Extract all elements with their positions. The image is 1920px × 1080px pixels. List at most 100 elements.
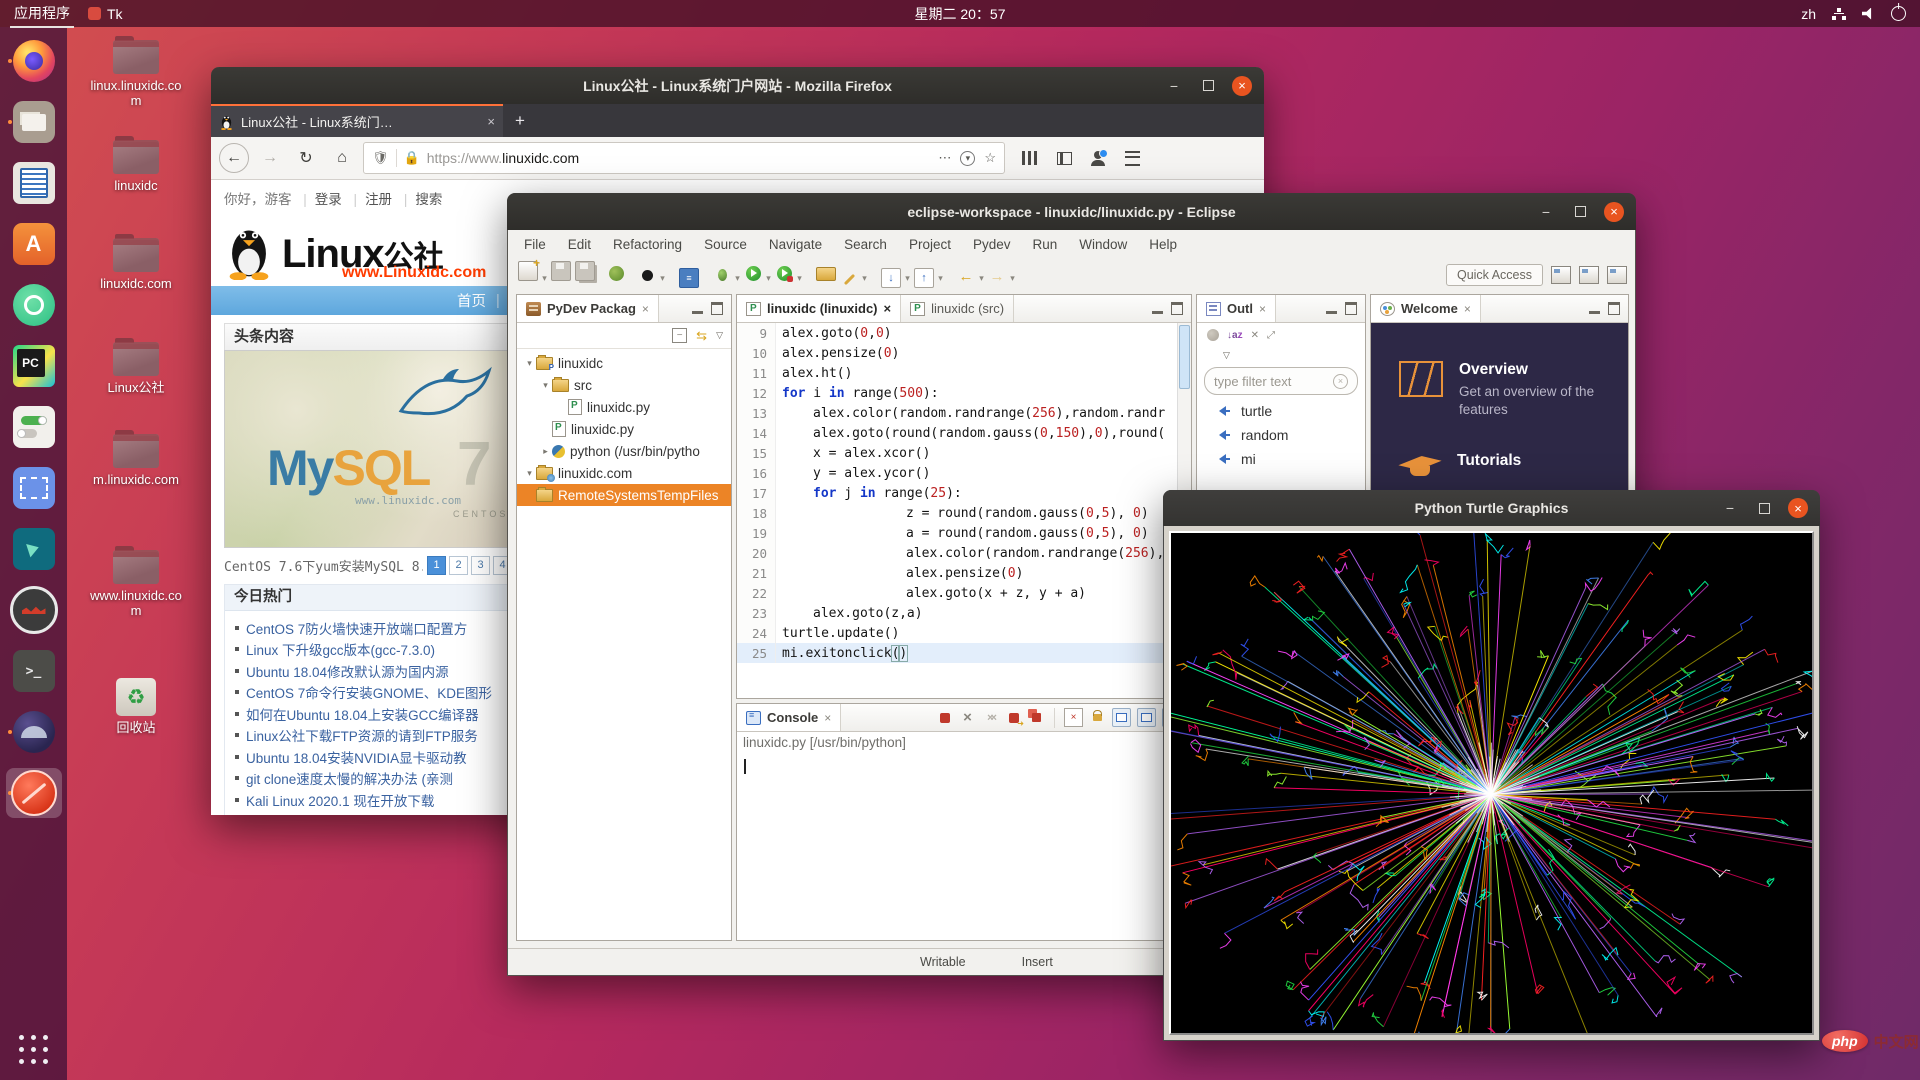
dropdown-icon[interactable]: ▾ — [860, 273, 869, 284]
close-view-icon[interactable]: × — [824, 711, 831, 725]
url-text[interactable]: https://www.linuxidc.com — [427, 150, 932, 166]
maximize-button[interactable] — [1570, 202, 1590, 222]
outline-item-random[interactable]: random — [1197, 423, 1365, 447]
menu-edit[interactable]: Edit — [568, 237, 591, 252]
volume-icon[interactable] — [1862, 8, 1875, 20]
dock-item-web[interactable] — [6, 585, 62, 635]
tab-console[interactable]: Console × — [737, 704, 841, 731]
register-link[interactable]: 注册 — [365, 192, 392, 207]
minimize-view-icon[interactable] — [1589, 311, 1600, 314]
outline-item-turtle[interactable]: turtle — [1197, 399, 1365, 423]
console-lock-icon[interactable] — [1089, 709, 1106, 726]
tree-item-python---usr-bin-pytho[interactable]: ▸python (/usr/bin/pytho — [517, 440, 731, 462]
forward-button[interactable]: → — [255, 143, 285, 173]
page-2[interactable]: 2 — [449, 556, 468, 575]
scrollbar-thumb[interactable] — [1179, 325, 1190, 389]
menu-pydev[interactable]: Pydev — [973, 237, 1011, 252]
hot-article-link[interactable]: git clone速度太慢的解决办法 (亲测 — [233, 768, 509, 790]
show-apps-button[interactable] — [13, 1028, 55, 1070]
run-icon[interactable] — [744, 264, 762, 282]
close-view-icon[interactable]: × — [1259, 302, 1266, 316]
minimize-button[interactable]: − — [1164, 76, 1184, 96]
library-icon[interactable] — [1015, 143, 1045, 173]
outline-filter-input[interactable]: type filter text × — [1204, 367, 1358, 395]
desktop-folder[interactable]: Linux公社 — [84, 342, 188, 395]
next-ann-icon[interactable] — [881, 268, 901, 288]
maximize-button[interactable] — [1754, 498, 1774, 518]
active-app-menu[interactable]: Tk — [88, 6, 123, 22]
expand-arrow-icon[interactable]: ▾ — [523, 468, 536, 479]
new-tab-button[interactable]: + — [503, 104, 537, 137]
desktop-folder[interactable]: linuxidc.com — [84, 238, 188, 291]
minimize-view-icon[interactable] — [1326, 311, 1337, 314]
dock-item-files[interactable] — [6, 97, 62, 147]
run-last-icon[interactable] — [775, 264, 793, 282]
dropdown-icon[interactable]: ▾ — [658, 273, 667, 284]
reload-button[interactable]: ↻ — [291, 143, 321, 173]
maximize-view-icon[interactable] — [1345, 302, 1357, 315]
url-bar[interactable]: 🛡 🔒 https://www.linuxidc.com ⋯ ▾ ☆ — [363, 142, 1005, 174]
collapse-icon[interactable]: ✕ — [1251, 330, 1259, 341]
menu-window[interactable]: Window — [1079, 237, 1127, 252]
sort-alphabetically-icon[interactable]: ↓az — [1227, 330, 1243, 341]
console-relaunch-icon[interactable] — [1005, 709, 1022, 726]
turtle-canvas[interactable] — [1169, 531, 1814, 1035]
menu-file[interactable]: File — [524, 237, 546, 252]
dock-item-tk[interactable] — [6, 768, 62, 818]
editor-tab-linuxidc--linuxidc-[interactable]: linuxidc (linuxidc)× — [737, 295, 901, 322]
tab-close-icon[interactable]: × — [487, 114, 495, 129]
welcome-entry-overview[interactable]: OverviewGet an overview of the features — [1399, 361, 1628, 418]
outline-item-mi[interactable]: mi — [1197, 447, 1365, 471]
editor-tab-linuxidc--src-[interactable]: linuxidc (src) — [901, 295, 1014, 322]
desktop-folder[interactable]: m.linuxidc.com — [84, 434, 188, 487]
menu-project[interactable]: Project — [909, 237, 951, 252]
desktop-trash[interactable]: ♻回收站 — [84, 678, 188, 735]
minimize-view-icon[interactable] — [692, 311, 703, 314]
console-pin-icon[interactable] — [1112, 708, 1131, 727]
close-view-icon[interactable]: × — [642, 302, 649, 316]
hot-article-link[interactable]: CentOS 7命令行安装GNOME、KDE图形 — [233, 682, 509, 704]
resource-perspective-icon[interactable] — [1607, 266, 1627, 284]
open-folder-icon[interactable] — [816, 267, 836, 281]
power-icon[interactable] — [1891, 6, 1906, 21]
console-dup-icon[interactable] — [1028, 709, 1045, 726]
close-button[interactable]: × — [1232, 76, 1252, 96]
menu-search[interactable]: Search — [844, 237, 887, 252]
dock-item-screenshot[interactable] — [6, 463, 62, 513]
tab-pydev-package-explorer[interactable]: PyDev Packag × — [517, 295, 659, 322]
close-button[interactable]: × — [1788, 498, 1808, 518]
headline-caption[interactable]: CentOS 7.6下yum安装MySQL 8.0版... — [224, 556, 423, 575]
tab-outline[interactable]: Outl × — [1197, 295, 1276, 322]
tree-item-linuxidc.com[interactable]: ▾linuxidc.com — [517, 462, 731, 484]
page-1[interactable]: 1 — [427, 556, 446, 575]
menu-hamburger-icon[interactable] — [1117, 143, 1147, 173]
bookmark-star-icon[interactable]: ☆ — [984, 150, 996, 166]
pocket-icon[interactable]: ▾ — [960, 151, 975, 166]
back-nav-icon[interactable] — [957, 267, 975, 285]
dropdown-icon[interactable]: ▾ — [733, 273, 742, 284]
dropdown-icon[interactable]: ▾ — [764, 273, 773, 284]
desktop-folder[interactable]: www.linuxidc.com — [84, 550, 188, 619]
console-pin-icon[interactable] — [1137, 708, 1156, 727]
tree-item-src[interactable]: ▾src — [517, 374, 731, 396]
fwd-nav-icon[interactable] — [988, 267, 1006, 285]
page-actions-icon[interactable]: ⋯ — [938, 150, 951, 166]
menu-run[interactable]: Run — [1033, 237, 1058, 252]
account-icon[interactable] — [1083, 143, 1113, 173]
dropdown-icon[interactable]: ▾ — [540, 273, 549, 284]
hot-article-link[interactable]: Linux公社下载FTP资源的请到FTP服务 — [233, 725, 509, 747]
hot-article-link[interactable]: Ubuntu 18.04修改默认源为国内源 — [233, 660, 509, 682]
close-button[interactable]: × — [1604, 202, 1624, 222]
hide-fields-icon[interactable] — [1207, 329, 1219, 341]
firefox-tab[interactable]: Linux公社 - Linux系统门… × — [211, 104, 503, 137]
maximize-view-icon[interactable] — [1608, 302, 1620, 315]
expand-icon[interactable]: ⤢ — [1267, 330, 1275, 341]
view-menu-icon[interactable]: ▽ — [716, 330, 723, 341]
dock-item-firefox[interactable] — [6, 36, 62, 86]
console-xx-icon[interactable] — [982, 709, 999, 726]
view-menu-icon[interactable]: ▽ — [1223, 350, 1230, 361]
tab-welcome[interactable]: Welcome × — [1371, 295, 1481, 322]
menu-source[interactable]: Source — [704, 237, 747, 252]
eclipse-titlebar[interactable]: eclipse-workspace - linuxidc/linuxidc.py… — [507, 193, 1636, 230]
headline-banner[interactable]: MySQL www.linuxidc.com 7 CENTOS — [224, 350, 512, 548]
